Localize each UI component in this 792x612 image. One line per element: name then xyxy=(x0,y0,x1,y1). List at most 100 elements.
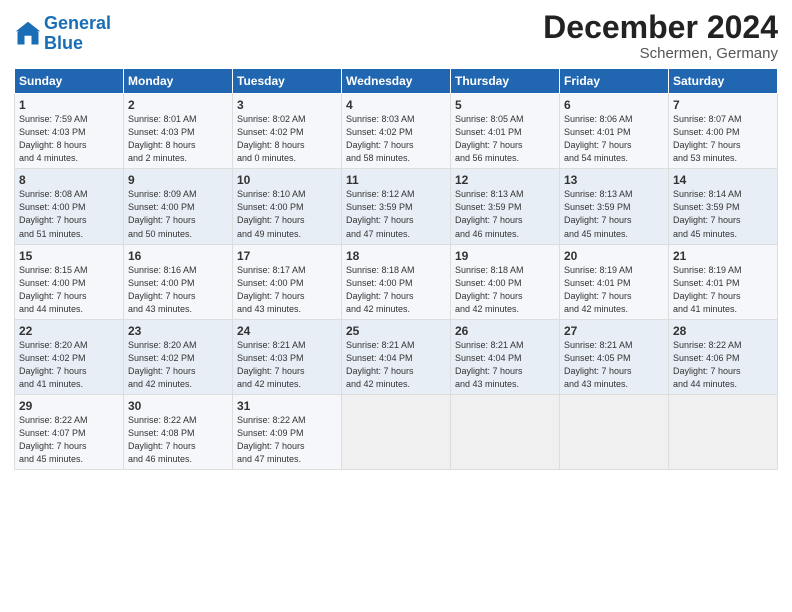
day-number: 30 xyxy=(128,399,228,413)
calendar-cell: 5Sunrise: 8:05 AM Sunset: 4:01 PM Daylig… xyxy=(451,94,560,169)
day-number: 2 xyxy=(128,98,228,112)
calendar-cell: 13Sunrise: 8:13 AM Sunset: 3:59 PM Dayli… xyxy=(560,169,669,244)
col-header-thursday: Thursday xyxy=(451,69,560,94)
cell-details: Sunrise: 8:03 AM Sunset: 4:02 PM Dayligh… xyxy=(346,113,446,165)
cell-details: Sunrise: 8:05 AM Sunset: 4:01 PM Dayligh… xyxy=(455,113,555,165)
day-number: 14 xyxy=(673,173,773,187)
day-number: 13 xyxy=(564,173,664,187)
calendar-cell: 6Sunrise: 8:06 AM Sunset: 4:01 PM Daylig… xyxy=(560,94,669,169)
day-number: 15 xyxy=(19,249,119,263)
cell-details: Sunrise: 8:12 AM Sunset: 3:59 PM Dayligh… xyxy=(346,188,446,240)
day-number: 4 xyxy=(346,98,446,112)
calendar-cell: 14Sunrise: 8:14 AM Sunset: 3:59 PM Dayli… xyxy=(669,169,778,244)
day-number: 24 xyxy=(237,324,337,338)
col-header-tuesday: Tuesday xyxy=(233,69,342,94)
cell-details: Sunrise: 8:01 AM Sunset: 4:03 PM Dayligh… xyxy=(128,113,228,165)
cell-details: Sunrise: 8:19 AM Sunset: 4:01 PM Dayligh… xyxy=(673,264,773,316)
cell-details: Sunrise: 8:18 AM Sunset: 4:00 PM Dayligh… xyxy=(455,264,555,316)
calendar-cell: 16Sunrise: 8:16 AM Sunset: 4:00 PM Dayli… xyxy=(124,244,233,319)
cell-details: Sunrise: 8:09 AM Sunset: 4:00 PM Dayligh… xyxy=(128,188,228,240)
calendar-cell: 8Sunrise: 8:08 AM Sunset: 4:00 PM Daylig… xyxy=(15,169,124,244)
cell-details: Sunrise: 8:15 AM Sunset: 4:00 PM Dayligh… xyxy=(19,264,119,316)
calendar-cell: 22Sunrise: 8:20 AM Sunset: 4:02 PM Dayli… xyxy=(15,319,124,394)
logo-general: General xyxy=(44,13,111,33)
cell-details: Sunrise: 8:20 AM Sunset: 4:02 PM Dayligh… xyxy=(128,339,228,391)
cell-details: Sunrise: 8:21 AM Sunset: 4:05 PM Dayligh… xyxy=(564,339,664,391)
calendar-cell: 15Sunrise: 8:15 AM Sunset: 4:00 PM Dayli… xyxy=(15,244,124,319)
header-row: SundayMondayTuesdayWednesdayThursdayFrid… xyxy=(15,69,778,94)
cell-details: Sunrise: 8:18 AM Sunset: 4:00 PM Dayligh… xyxy=(346,264,446,316)
calendar-cell: 9Sunrise: 8:09 AM Sunset: 4:00 PM Daylig… xyxy=(124,169,233,244)
calendar-cell: 21Sunrise: 8:19 AM Sunset: 4:01 PM Dayli… xyxy=(669,244,778,319)
calendar-cell: 27Sunrise: 8:21 AM Sunset: 4:05 PM Dayli… xyxy=(560,319,669,394)
calendar-cell: 30Sunrise: 8:22 AM Sunset: 4:08 PM Dayli… xyxy=(124,394,233,469)
logo-icon xyxy=(14,20,42,48)
day-number: 1 xyxy=(19,98,119,112)
cell-details: Sunrise: 8:21 AM Sunset: 4:04 PM Dayligh… xyxy=(455,339,555,391)
cell-details: Sunrise: 8:17 AM Sunset: 4:00 PM Dayligh… xyxy=(237,264,337,316)
col-header-monday: Monday xyxy=(124,69,233,94)
day-number: 6 xyxy=(564,98,664,112)
week-row-3: 15Sunrise: 8:15 AM Sunset: 4:00 PM Dayli… xyxy=(15,244,778,319)
day-number: 16 xyxy=(128,249,228,263)
day-number: 22 xyxy=(19,324,119,338)
calendar-cell: 31Sunrise: 8:22 AM Sunset: 4:09 PM Dayli… xyxy=(233,394,342,469)
day-number: 5 xyxy=(455,98,555,112)
header: General Blue December 2024 Schermen, Ger… xyxy=(14,10,778,62)
calendar-cell: 17Sunrise: 8:17 AM Sunset: 4:00 PM Dayli… xyxy=(233,244,342,319)
calendar-cell: 4Sunrise: 8:03 AM Sunset: 4:02 PM Daylig… xyxy=(342,94,451,169)
day-number: 20 xyxy=(564,249,664,263)
cell-details: Sunrise: 8:02 AM Sunset: 4:02 PM Dayligh… xyxy=(237,113,337,165)
col-header-friday: Friday xyxy=(560,69,669,94)
day-number: 21 xyxy=(673,249,773,263)
calendar-cell: 10Sunrise: 8:10 AM Sunset: 4:00 PM Dayli… xyxy=(233,169,342,244)
cell-details: Sunrise: 8:20 AM Sunset: 4:02 PM Dayligh… xyxy=(19,339,119,391)
logo-blue: Blue xyxy=(44,33,83,53)
week-row-5: 29Sunrise: 8:22 AM Sunset: 4:07 PM Dayli… xyxy=(15,394,778,469)
logo: General Blue xyxy=(14,14,111,54)
page-container: General Blue December 2024 Schermen, Ger… xyxy=(0,0,792,478)
col-header-wednesday: Wednesday xyxy=(342,69,451,94)
calendar-cell: 28Sunrise: 8:22 AM Sunset: 4:06 PM Dayli… xyxy=(669,319,778,394)
cell-details: Sunrise: 8:22 AM Sunset: 4:09 PM Dayligh… xyxy=(237,414,337,466)
cell-details: Sunrise: 8:19 AM Sunset: 4:01 PM Dayligh… xyxy=(564,264,664,316)
day-number: 26 xyxy=(455,324,555,338)
day-number: 27 xyxy=(564,324,664,338)
day-number: 11 xyxy=(346,173,446,187)
calendar-cell: 7Sunrise: 8:07 AM Sunset: 4:00 PM Daylig… xyxy=(669,94,778,169)
cell-details: Sunrise: 8:16 AM Sunset: 4:00 PM Dayligh… xyxy=(128,264,228,316)
day-number: 17 xyxy=(237,249,337,263)
month-title: December 2024 xyxy=(543,10,778,45)
col-header-sunday: Sunday xyxy=(15,69,124,94)
day-number: 12 xyxy=(455,173,555,187)
cell-details: Sunrise: 7:59 AM Sunset: 4:03 PM Dayligh… xyxy=(19,113,119,165)
location: Schermen, Germany xyxy=(543,45,778,62)
cell-details: Sunrise: 8:08 AM Sunset: 4:00 PM Dayligh… xyxy=(19,188,119,240)
calendar-cell xyxy=(451,394,560,469)
calendar-cell: 3Sunrise: 8:02 AM Sunset: 4:02 PM Daylig… xyxy=(233,94,342,169)
calendar-table: SundayMondayTuesdayWednesdayThursdayFrid… xyxy=(14,68,778,470)
day-number: 23 xyxy=(128,324,228,338)
calendar-cell: 11Sunrise: 8:12 AM Sunset: 3:59 PM Dayli… xyxy=(342,169,451,244)
cell-details: Sunrise: 8:22 AM Sunset: 4:08 PM Dayligh… xyxy=(128,414,228,466)
cell-details: Sunrise: 8:13 AM Sunset: 3:59 PM Dayligh… xyxy=(455,188,555,240)
day-number: 25 xyxy=(346,324,446,338)
day-number: 28 xyxy=(673,324,773,338)
cell-details: Sunrise: 8:06 AM Sunset: 4:01 PM Dayligh… xyxy=(564,113,664,165)
calendar-cell: 23Sunrise: 8:20 AM Sunset: 4:02 PM Dayli… xyxy=(124,319,233,394)
calendar-cell: 24Sunrise: 8:21 AM Sunset: 4:03 PM Dayli… xyxy=(233,319,342,394)
cell-details: Sunrise: 8:14 AM Sunset: 3:59 PM Dayligh… xyxy=(673,188,773,240)
day-number: 8 xyxy=(19,173,119,187)
cell-details: Sunrise: 8:21 AM Sunset: 4:04 PM Dayligh… xyxy=(346,339,446,391)
cell-details: Sunrise: 8:07 AM Sunset: 4:00 PM Dayligh… xyxy=(673,113,773,165)
calendar-cell: 20Sunrise: 8:19 AM Sunset: 4:01 PM Dayli… xyxy=(560,244,669,319)
cell-details: Sunrise: 8:21 AM Sunset: 4:03 PM Dayligh… xyxy=(237,339,337,391)
day-number: 10 xyxy=(237,173,337,187)
day-number: 7 xyxy=(673,98,773,112)
title-block: December 2024 Schermen, Germany xyxy=(543,10,778,62)
calendar-cell xyxy=(342,394,451,469)
week-row-1: 1Sunrise: 7:59 AM Sunset: 4:03 PM Daylig… xyxy=(15,94,778,169)
week-row-2: 8Sunrise: 8:08 AM Sunset: 4:00 PM Daylig… xyxy=(15,169,778,244)
calendar-cell xyxy=(669,394,778,469)
calendar-cell: 2Sunrise: 8:01 AM Sunset: 4:03 PM Daylig… xyxy=(124,94,233,169)
